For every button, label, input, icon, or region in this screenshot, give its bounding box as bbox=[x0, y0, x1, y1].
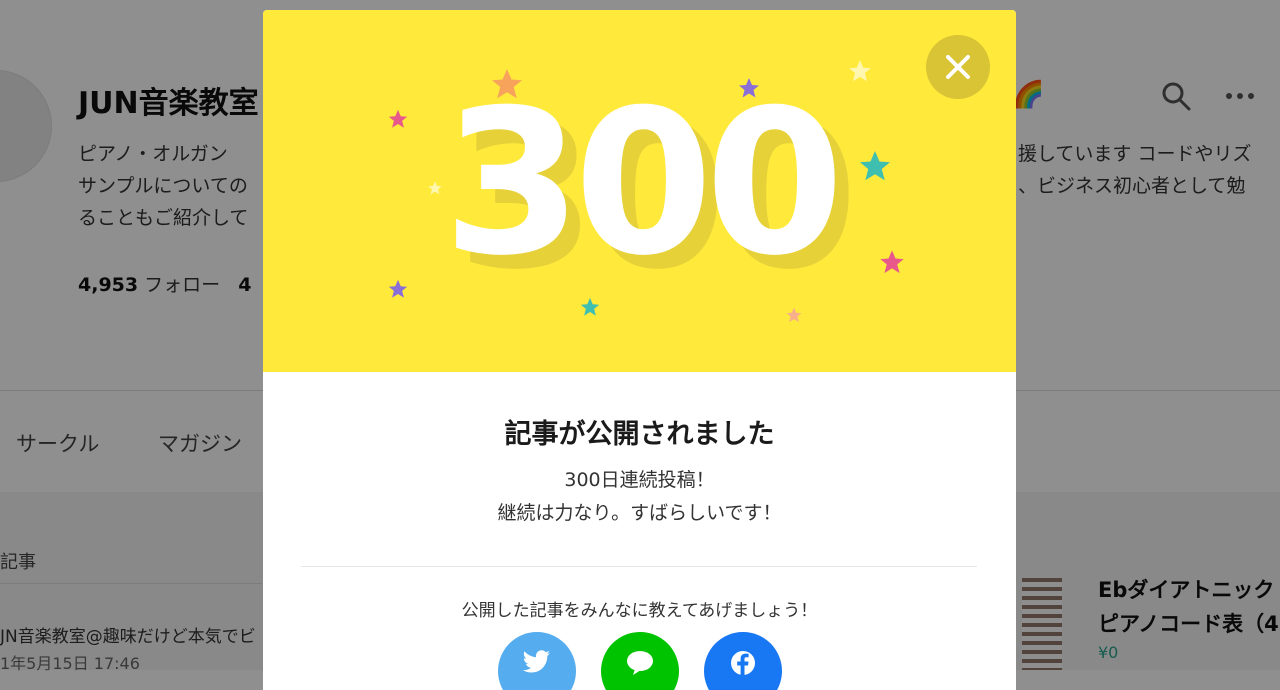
close-icon bbox=[946, 55, 970, 79]
share-prompt: 公開した記事をみんなに教えてあげましょう！ bbox=[461, 601, 818, 621]
twitter-icon bbox=[523, 650, 550, 673]
close-button[interactable] bbox=[926, 35, 990, 99]
line-icon bbox=[627, 651, 653, 675]
divider bbox=[301, 566, 977, 567]
message-line: 継続は力なり。すばらしいです！ bbox=[497, 502, 782, 524]
streak-count: 300 bbox=[442, 67, 844, 300]
share-facebook-button[interactable] bbox=[704, 632, 782, 690]
publish-complete-modal: 300 記事が公開されました 300日連続投稿！ 継続は力なり。すばらしいです！… bbox=[263, 10, 1016, 690]
share-twitter-button[interactable] bbox=[498, 632, 576, 690]
star-icon bbox=[786, 307, 802, 323]
celebration-banner: 300 bbox=[263, 10, 1016, 372]
modal-message: 300日連続投稿！ 継続は力なり。すばらしいです！ bbox=[263, 464, 1016, 530]
message-line: 300日連続投稿！ bbox=[564, 469, 715, 491]
share-line-button[interactable] bbox=[601, 632, 679, 690]
facebook-icon bbox=[731, 651, 755, 676]
modal-title: 記事が公開されました bbox=[504, 419, 775, 450]
